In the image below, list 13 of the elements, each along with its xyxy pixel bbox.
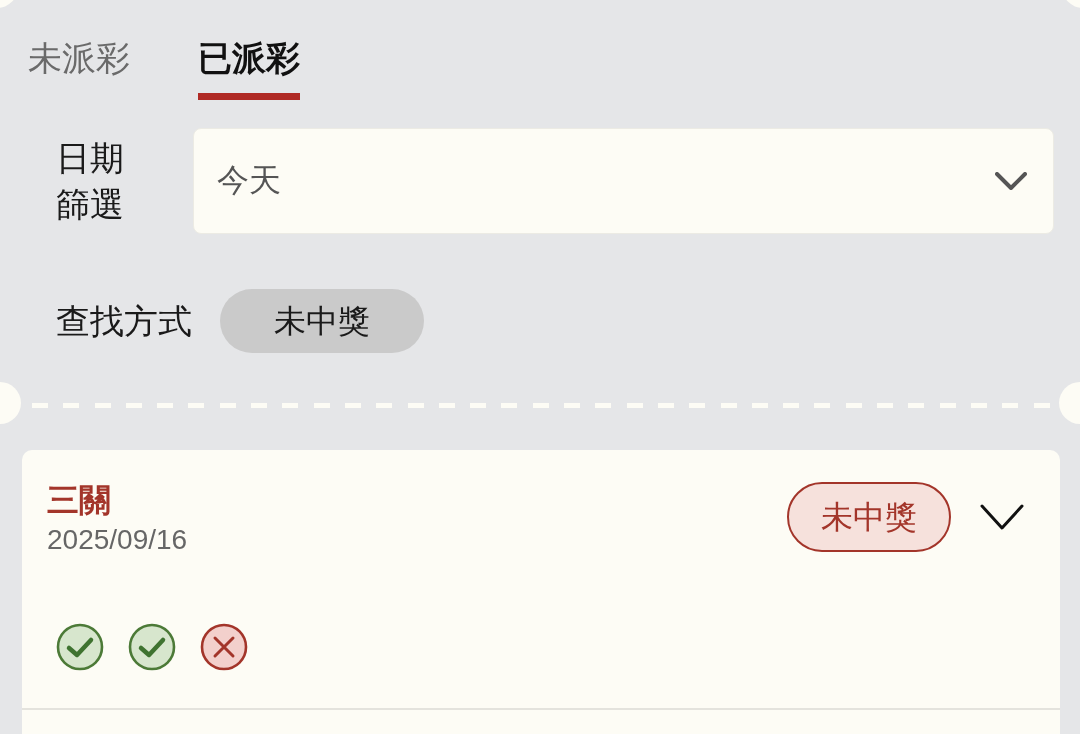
- chevron-down-icon: [995, 172, 1027, 190]
- tab[interactable]: 未派彩: [28, 38, 130, 100]
- tab[interactable]: 已派彩: [198, 38, 300, 100]
- status-badge: 未中獎: [787, 482, 951, 552]
- search-mode-label: 查找方式: [56, 301, 192, 341]
- chevron-down-icon: [980, 504, 1024, 530]
- date-dropdown[interactable]: 今天: [192, 128, 1054, 234]
- bet-title: 三關: [47, 481, 112, 520]
- search-mode-chip[interactable]: 未中獎: [220, 289, 424, 353]
- bet-date: 2025/09/16: [47, 523, 188, 557]
- expand-button[interactable]: [980, 504, 1024, 530]
- dropdown-value: 今天: [216, 161, 281, 200]
- date-filter-label: 日期篩選: [56, 138, 125, 225]
